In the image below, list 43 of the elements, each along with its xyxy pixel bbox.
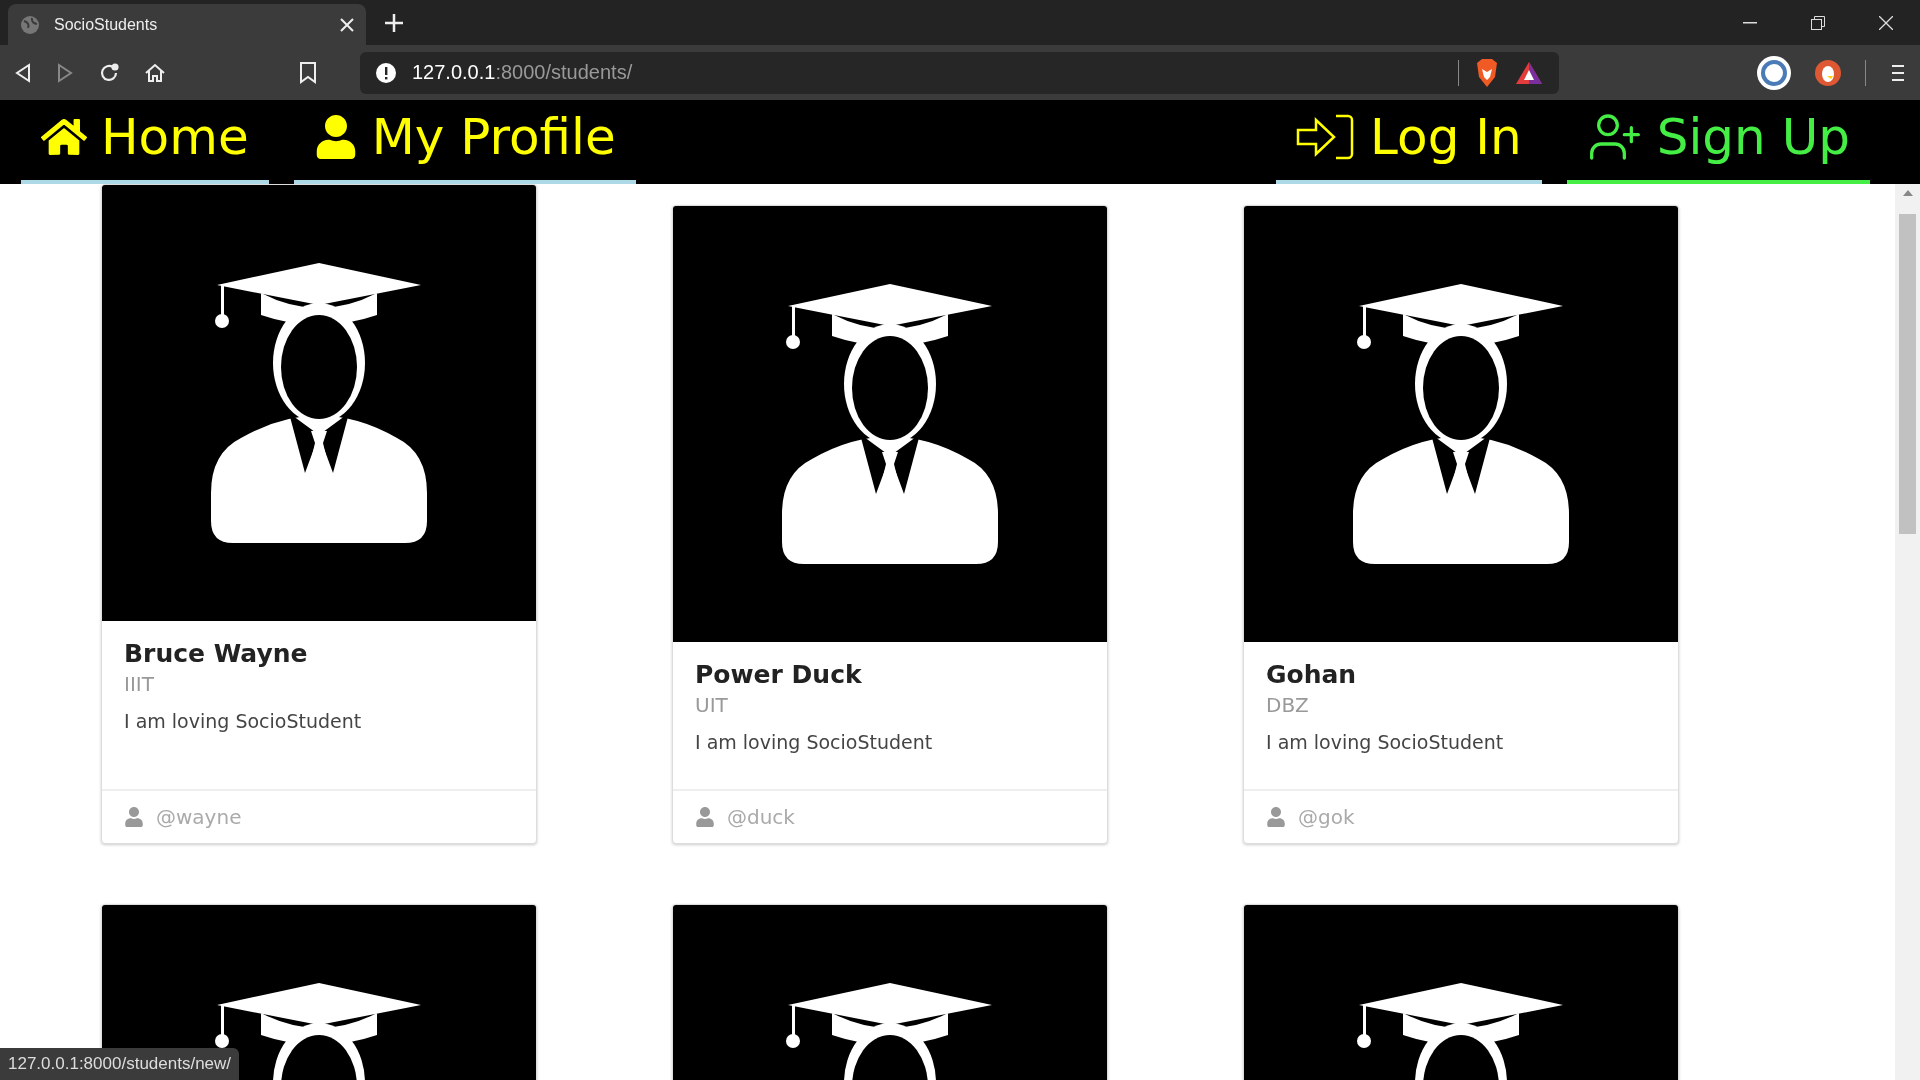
scrollbar[interactable] (1895, 184, 1920, 1080)
student-card[interactable]: Power Duck UIT I am loving SocioStudent @duck (672, 205, 1108, 844)
bio-text: I am loving SocioStudent (695, 731, 934, 753)
menu-icon[interactable] (1890, 63, 1906, 82)
triangle-icon[interactable] (1515, 60, 1543, 85)
info-icon (376, 62, 396, 83)
home-icon[interactable] (144, 61, 166, 84)
institute-text: DBZ (1266, 693, 1310, 717)
user-icon (1266, 807, 1286, 827)
username-text: @duck (727, 805, 795, 829)
browser-tab[interactable]: SocioStudents (8, 4, 366, 45)
close-icon[interactable] (340, 17, 354, 32)
tab-title: SocioStudents (54, 15, 159, 34)
bio-text: I am loving SocioStudent (124, 710, 363, 732)
new-tab-icon[interactable] (384, 12, 404, 33)
institute-text: UIT (695, 693, 729, 717)
student-name: Gohan (1266, 660, 1358, 689)
forward-icon[interactable] (56, 62, 74, 83)
scroll-up-icon[interactable] (1902, 190, 1913, 196)
scrollbar-thumb[interactable] (1899, 214, 1916, 534)
user-icon (124, 807, 144, 827)
username-text: @wayne (156, 805, 242, 829)
student-name: Power Duck (695, 660, 863, 689)
address-bar[interactable]: 127.0.0.1:8000/students/ (360, 51, 1559, 94)
bookmark-icon[interactable] (300, 61, 316, 84)
institute-text: IIIT (124, 672, 155, 696)
bio-text: I am loving SocioStudent (1266, 731, 1505, 753)
graduate-silhouette-icon (782, 284, 998, 564)
student-card[interactable]: Bruce Wayne IIIT I am loving SocioStudent @wayne (101, 184, 537, 844)
graduate-silhouette-icon (1353, 284, 1569, 564)
student-name: Bruce Wayne (124, 639, 309, 668)
graduate-silhouette-icon (211, 263, 427, 543)
back-icon[interactable] (14, 62, 32, 83)
url-text: 127.0.0.1:8000/students/ (412, 61, 634, 84)
lion-shield-icon[interactable] (1475, 58, 1499, 87)
extension-icon[interactable] (1757, 55, 1791, 90)
student-card[interactable]: Gohan DBZ I am loving SocioStudent @gok (1243, 205, 1679, 844)
status-url: 127.0.0.1:8000/students/new/ (0, 1048, 240, 1080)
user-icon (695, 807, 715, 827)
globe-icon (20, 14, 40, 35)
reload-icon[interactable] (98, 61, 120, 84)
nav-link[interactable]: Log In (1276, 100, 1542, 184)
username-text: @gok (1298, 805, 1355, 829)
